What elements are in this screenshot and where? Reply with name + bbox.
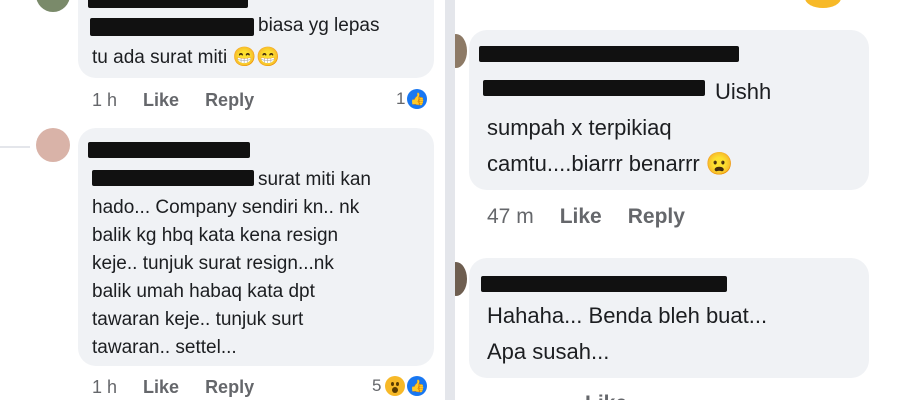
comment-time[interactable]: 1 h [92, 377, 117, 398]
comment-text: biasa yg lepas [258, 15, 380, 36]
comment-time[interactable]: 1 h [92, 90, 117, 111]
comment-text-line: hado... Company sendiri kn.. nk [92, 197, 360, 218]
avatar[interactable] [36, 0, 70, 12]
thread-connector [0, 146, 30, 172]
comment-actions: 1 h Like Reply [92, 377, 254, 398]
comment-text-line: tawaran.. settel... [92, 337, 237, 358]
avatar[interactable] [455, 34, 467, 68]
comment-actions: 47 m Like Reply [487, 205, 685, 229]
redacted-name [481, 276, 727, 292]
comment-text-line: Apa susah... [487, 339, 610, 364]
comment-text-line: keje.. tunjuk surat resign...nk [92, 253, 334, 274]
like-button[interactable]: Like [143, 377, 179, 398]
comment-text: surat miti kan [258, 169, 371, 190]
avatar[interactable] [36, 128, 70, 162]
reply-button[interactable]: Reply [628, 205, 685, 229]
comment-text: Hahaha... Benda bleh buat... [487, 303, 768, 328]
reaction-count: 5 [372, 376, 382, 395]
like-button[interactable]: Like [585, 392, 627, 400]
reaction-count: 1 [396, 89, 406, 108]
comment-text-line: tawaran keje.. tunjuk surt [92, 309, 304, 330]
redacted-tag [90, 18, 254, 36]
reaction-icon [805, 0, 841, 8]
reply-button[interactable]: Reply [205, 377, 254, 398]
redacted-name [88, 142, 250, 158]
panel-divider [445, 0, 455, 400]
like-button[interactable]: Like [560, 205, 602, 229]
grin-emoji-icon: 😁😁 [232, 47, 280, 68]
reply-button[interactable]: Reply [205, 90, 254, 111]
reaction-summary[interactable]: 5 👍 [372, 376, 428, 396]
comment-text-line: camtu....biarrr benarrr 😦 [487, 151, 734, 176]
comment-text: Uishh [715, 79, 772, 104]
like-button[interactable]: Like [143, 90, 179, 111]
comment-text-line: sumpah x terpikiaq [487, 115, 672, 140]
redacted-name [479, 46, 739, 62]
comment-actions: Like [585, 392, 627, 400]
left-screenshot-panel: biasa yg lepas tu ada surat miti 😁😁 1 h … [0, 0, 445, 400]
wow-icon [385, 376, 406, 396]
comment-text-line: balik kg hbq kata kena resign [92, 225, 339, 246]
redacted-tag [483, 80, 705, 96]
comment-actions: 1 h Like Reply [92, 90, 254, 111]
comment-time[interactable]: 47 m [487, 205, 534, 229]
redacted-name [88, 0, 248, 8]
like-icon: 👍 [407, 376, 428, 396]
avatar[interactable] [455, 262, 467, 296]
redacted-tag [92, 170, 254, 186]
right-screenshot-panel: Uishh sumpah x terpikiaq camtu....biarrr… [455, 0, 900, 400]
like-icon: 👍 [407, 89, 428, 109]
comment-text-line: balik umah habaq kata dpt [92, 281, 315, 302]
frown-emoji-icon: 😦 [705, 151, 734, 176]
reaction-summary[interactable]: 1 👍 [396, 89, 428, 109]
comment-text-line: tu ada surat miti 😁😁 [92, 47, 280, 68]
